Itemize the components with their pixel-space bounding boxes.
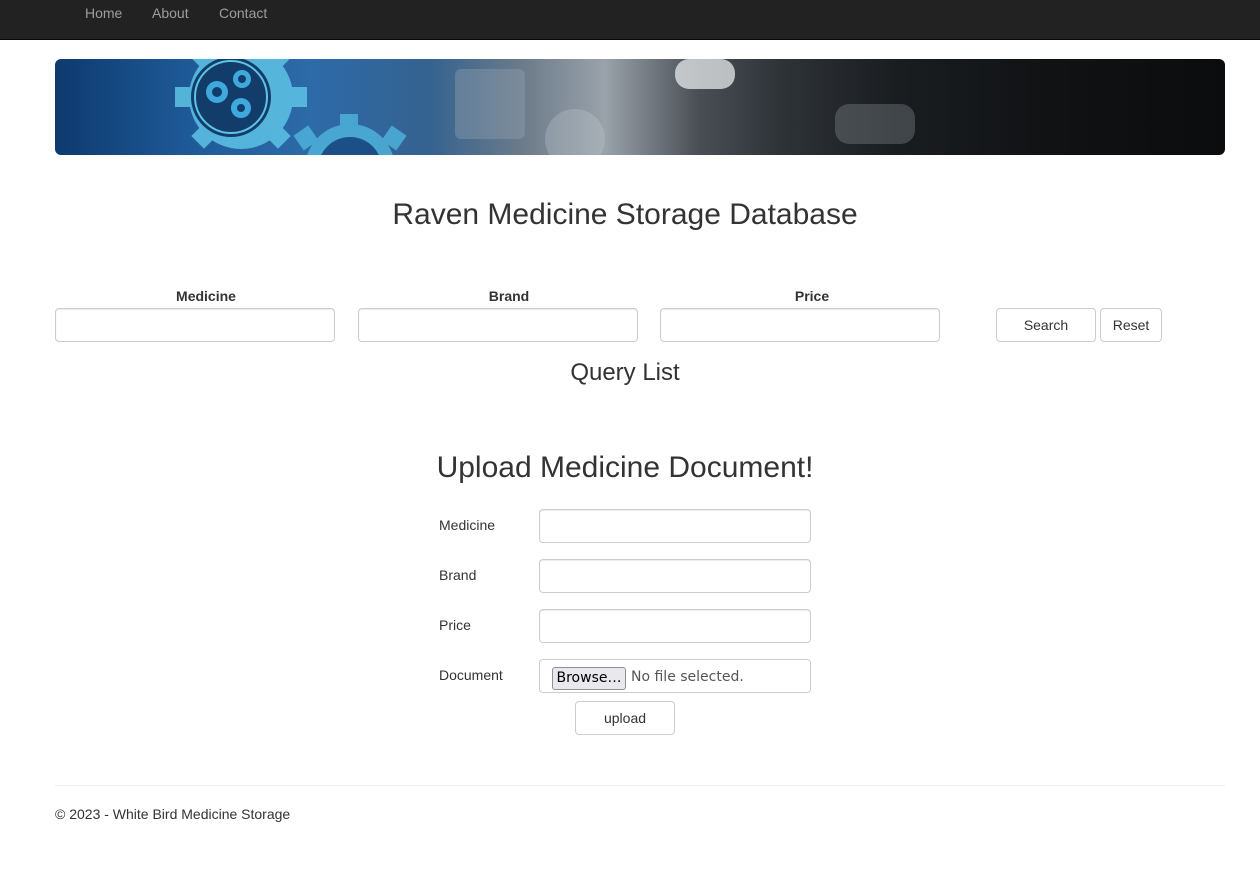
file-status-text: No file selected. xyxy=(631,669,744,685)
page-title: Raven Medicine Storage Database xyxy=(392,198,858,231)
upload-medicine-label: Medicine xyxy=(439,517,496,533)
browse-button[interactable]: Browse… xyxy=(552,667,626,690)
footer-copyright: © 2023 - White Bird Medicine Storage xyxy=(55,806,291,822)
search-brand-label: Brand xyxy=(488,288,530,304)
upload-medicine-input[interactable] xyxy=(539,509,811,543)
search-button[interactable]: Search xyxy=(996,308,1096,342)
search-price-input[interactable] xyxy=(660,308,940,342)
document-file-input[interactable]: Browse… No file selected. xyxy=(539,659,811,693)
upload-price-input[interactable] xyxy=(539,609,811,643)
nav-home-link[interactable]: Home xyxy=(85,5,122,21)
search-price-label: Price xyxy=(794,288,830,304)
search-brand-input[interactable] xyxy=(358,308,638,342)
top-navbar: Home About Contact xyxy=(0,0,1260,40)
upload-button[interactable]: upload xyxy=(575,701,675,735)
upload-price-label: Price xyxy=(439,617,471,633)
upload-document-label: Document xyxy=(439,667,503,683)
upload-heading: Upload Medicine Document! xyxy=(436,451,814,484)
footer-divider xyxy=(55,785,1225,786)
search-medicine-label: Medicine xyxy=(176,288,236,304)
nav-about-link[interactable]: About xyxy=(152,5,189,21)
query-list-heading: Query List xyxy=(570,359,680,386)
reset-button[interactable]: Reset xyxy=(1100,308,1162,342)
header-banner-image xyxy=(55,59,1225,155)
upload-brand-label: Brand xyxy=(439,567,477,583)
search-medicine-input[interactable] xyxy=(55,308,335,342)
gears-illustration xyxy=(175,59,915,155)
upload-brand-input[interactable] xyxy=(539,559,811,593)
nav-contact-link[interactable]: Contact xyxy=(219,5,267,21)
